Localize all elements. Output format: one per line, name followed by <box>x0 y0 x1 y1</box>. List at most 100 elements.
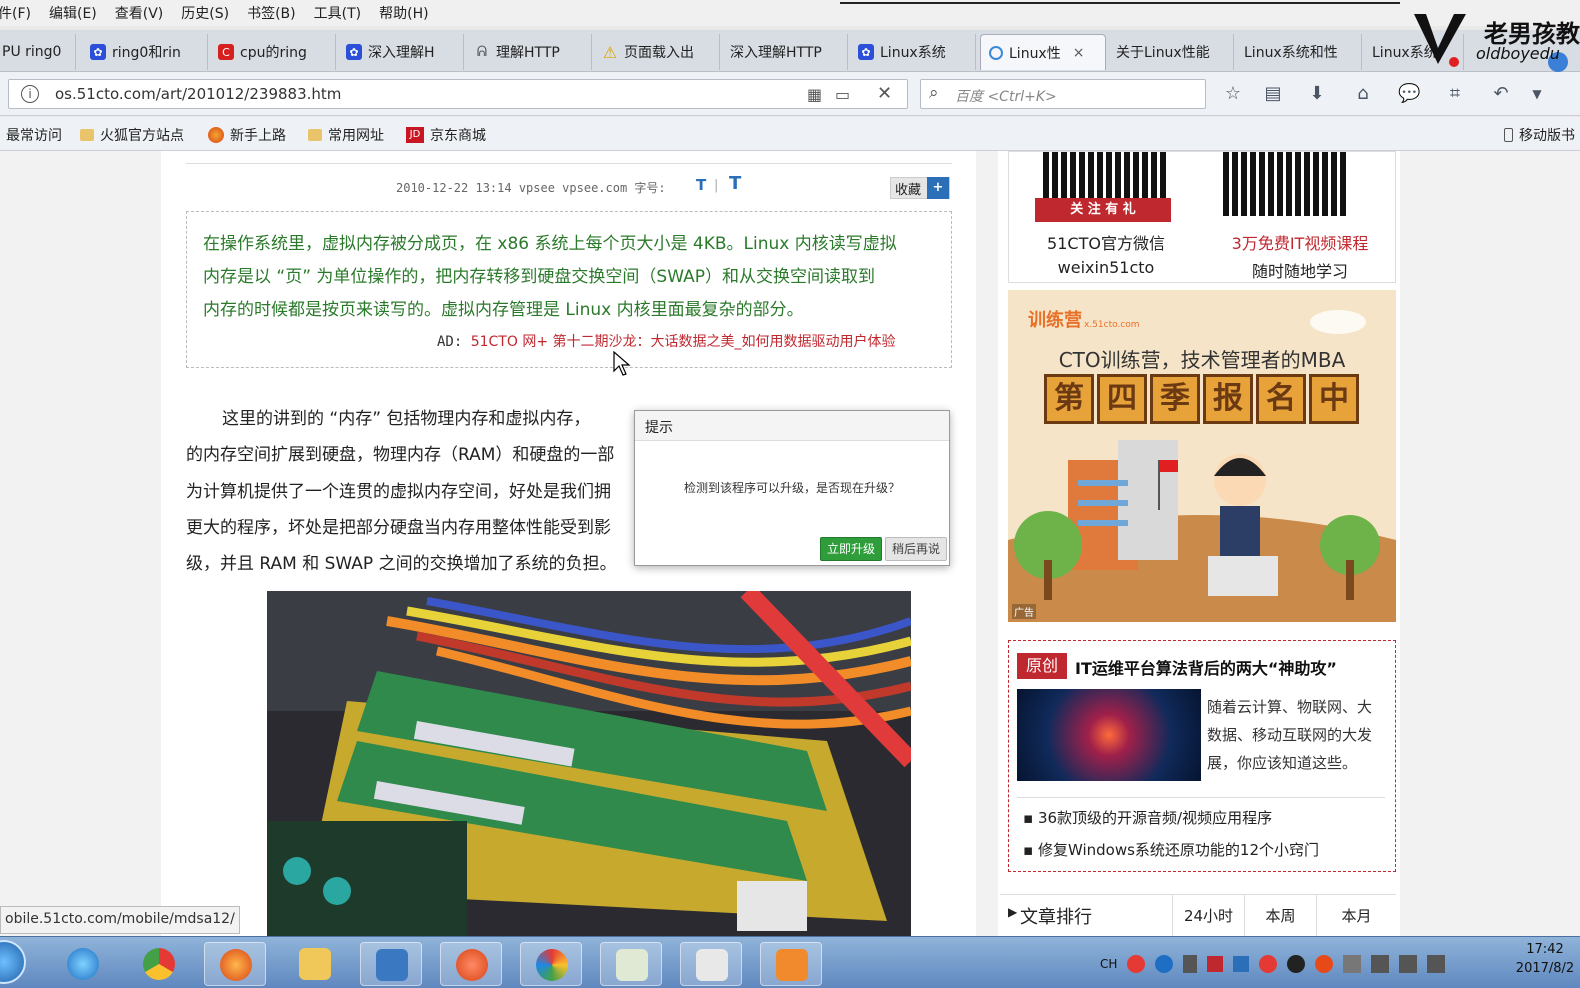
tab-bar: PU ring0 ✿ ring0和rin Ccpu的ring ✿ 深入理解H ᕱ 理解… <box>0 30 1580 72</box>
tray-app-icon[interactable] <box>1233 956 1250 972</box>
taskbar-paint[interactable] <box>520 942 582 986</box>
link-text[interactable]: 36款顶级的开源音频/视频应用程序 <box>1038 809 1272 827</box>
baidu-icon: ✿ <box>858 44 874 60</box>
tab-2[interactable]: Ccpu的ring <box>210 34 336 70</box>
clock-time: 17:42 <box>1526 942 1564 957</box>
summary-line: 内存的时候都是按页来读写的。虚拟内存管理是 Linux 内核里面最复杂的部分。 <box>203 300 804 320</box>
qrcode-icon[interactable]: ▦ <box>807 85 822 104</box>
article-thumbnail[interactable] <box>1017 689 1201 781</box>
upgrade-later-button[interactable]: 稍后再说 <box>885 537 947 561</box>
tab-4[interactable]: ᕱ 理解HTTP <box>466 34 592 70</box>
tab-24h[interactable]: 24小时 <box>1172 895 1244 937</box>
bookmark-label: 移动版书 <box>1519 128 1575 144</box>
search-input[interactable]: ⌕ 百度 <Ctrl+K> <box>920 79 1206 109</box>
qr2-subtitle: 随时随地学习 <box>1251 262 1348 281</box>
tab-1[interactable]: ✿ ring0和rin <box>82 34 208 70</box>
network-icon[interactable] <box>1183 955 1198 973</box>
search-icon: ⌕ <box>929 83 939 103</box>
tab-9[interactable]: 关于Linux性能 <box>1108 34 1234 70</box>
baidu-icon: ✿ <box>90 44 106 60</box>
tab-0[interactable]: PU ring0 <box>0 34 76 70</box>
link-text[interactable]: 修复Windows系统还原功能的12个小窍门 <box>1038 841 1319 859</box>
reading-list-icon[interactable]: ▤ <box>1262 84 1284 104</box>
taskbar-snail[interactable] <box>440 942 502 986</box>
chat-icon[interactable]: 💬 <box>1398 84 1420 104</box>
bookmark-common-sites[interactable]: 常用网址 <box>308 125 384 145</box>
ranking-title: 文章排行 <box>1020 907 1092 928</box>
tab-week[interactable]: 本周 <box>1244 895 1316 937</box>
bookmark-mobile[interactable]: 移动版书 <box>1504 125 1575 145</box>
original-title[interactable]: IT运维平台算法背后的两大“神助攻” <box>1075 655 1337 679</box>
bookmark-most-visited[interactable]: 最常访问 <box>6 125 62 145</box>
tab-7[interactable]: ✿ Linux系统 <box>850 34 976 70</box>
bookmark-label: 京东商城 <box>430 128 486 144</box>
tray-app-icon[interactable] <box>1427 955 1446 973</box>
tab-active[interactable]: Linux性 × <box>980 34 1106 70</box>
taskbar-explorer[interactable] <box>284 942 346 986</box>
list-item[interactable]: ▪ 36款顶级的开源音频/视频应用程序 <box>1023 807 1272 828</box>
reader-icon[interactable]: ▭ <box>835 85 850 104</box>
qq-icon[interactable] <box>1287 955 1306 973</box>
qr2-title[interactable]: 3万免费IT视频课程 <box>1203 230 1397 254</box>
battery-icon[interactable] <box>1343 955 1362 973</box>
volume-icon[interactable] <box>1371 955 1390 973</box>
home-icon[interactable]: ⌂ <box>1352 84 1374 104</box>
body-line: 的内存空间扩展到硬盘，物理内存（RAM）和硬盘的一部 <box>186 445 615 465</box>
download-icon[interactable]: ⬇ <box>1306 84 1328 104</box>
help-icon[interactable] <box>1155 955 1174 973</box>
body-line: 更大的程序，坏处是把部分硬盘当内存用整体性能受到影 <box>186 518 611 538</box>
tray-app-icon[interactable] <box>1207 956 1224 972</box>
menu-tools[interactable]: 工具(T) <box>314 3 361 23</box>
language-indicator[interactable]: CH <box>1100 957 1117 971</box>
info-icon[interactable]: i <box>21 85 39 103</box>
bookmark-jd[interactable]: JD 京东商城 <box>406 125 486 145</box>
list-item[interactable]: ▪ 修复Windows系统还原功能的12个小窍门 <box>1023 839 1319 860</box>
qr1-title[interactable]: 51CTO官方微信 <box>1009 230 1203 254</box>
tab-6[interactable]: 深入理解HTTP <box>722 34 848 70</box>
menu-bookmarks[interactable]: 书签(B) <box>247 3 296 23</box>
banner-char: 中 <box>1309 374 1359 424</box>
menu-view[interactable]: 查看(V) <box>115 3 164 23</box>
ad-link[interactable]: 51CTO 网+ 第十二期沙龙：大话数据之美_如何用数据驱动用户体验 <box>471 334 896 350</box>
clear-icon[interactable]: ✕ <box>877 83 892 104</box>
tab-month[interactable]: 本月 <box>1316 895 1396 937</box>
taskbar-notepad[interactable] <box>600 942 662 986</box>
undo-icon[interactable]: ↶ <box>1490 84 1512 104</box>
collect-button[interactable]: 收藏 + <box>890 177 950 199</box>
cto-banner-ad[interactable]: 训练营 x.51cto.com CTO训练营，技术管理者的MBA 第 四 季 报… <box>1008 290 1396 622</box>
sogou-icon[interactable] <box>1259 955 1278 973</box>
star-icon[interactable]: ☆ <box>1222 84 1244 104</box>
tab-3[interactable]: ✿ 深入理解H <box>338 34 464 70</box>
tab-10[interactable]: Linux系统和性 <box>1236 34 1362 70</box>
banner-char: 季 <box>1150 374 1200 424</box>
taskbar-toolbox[interactable] <box>760 942 822 986</box>
menu-file[interactable]: 件(F) <box>0 3 31 23</box>
chevron-down-icon[interactable]: ▼ <box>1526 84 1548 104</box>
spider-icon: ᕱ <box>476 44 488 60</box>
close-icon[interactable]: × <box>1073 45 1085 61</box>
tray-app-icon[interactable] <box>1399 955 1418 973</box>
font-large-button[interactable]: T <box>729 173 741 194</box>
sogou-icon[interactable] <box>1127 955 1146 973</box>
bookmark-getting-started[interactable]: 新手上路 <box>208 125 286 145</box>
font-small-button[interactable]: T <box>696 176 706 194</box>
tab-5[interactable]: ⚠ 页面载入出 <box>594 34 720 70</box>
taskbar-ie[interactable] <box>52 942 114 986</box>
clock[interactable]: 17:42 2017/8/2 <box>1512 942 1578 976</box>
article-meta: 2010-12-22 13:14 vpsee vpsee.com 字号: <box>396 181 666 195</box>
crop-icon[interactable]: ⌗ <box>1444 84 1466 104</box>
taskbar-app[interactable] <box>680 942 742 986</box>
tray-app-icon[interactable] <box>1315 955 1334 973</box>
menu-history[interactable]: 历史(S) <box>181 3 229 23</box>
menu-edit[interactable]: 编辑(E) <box>49 3 97 23</box>
address-bar[interactable]: i os.51cto.com/art/201012/239883.htm ▦ ▭… <box>8 79 908 109</box>
banner-logo: 训练营 <box>1028 310 1082 331</box>
upgrade-now-button[interactable]: 立即升级 <box>820 537 882 561</box>
menu-help[interactable]: 帮助(H) <box>379 3 428 23</box>
original-tag: 原创 <box>1017 653 1067 679</box>
bookmark-firefox-site[interactable]: 火狐官方站点 <box>80 125 184 145</box>
taskbar-chrome[interactable] <box>128 942 190 986</box>
url-text[interactable]: os.51cto.com/art/201012/239883.htm <box>55 85 341 103</box>
taskbar-vmware[interactable] <box>360 942 422 986</box>
taskbar-firefox[interactable] <box>204 942 266 986</box>
